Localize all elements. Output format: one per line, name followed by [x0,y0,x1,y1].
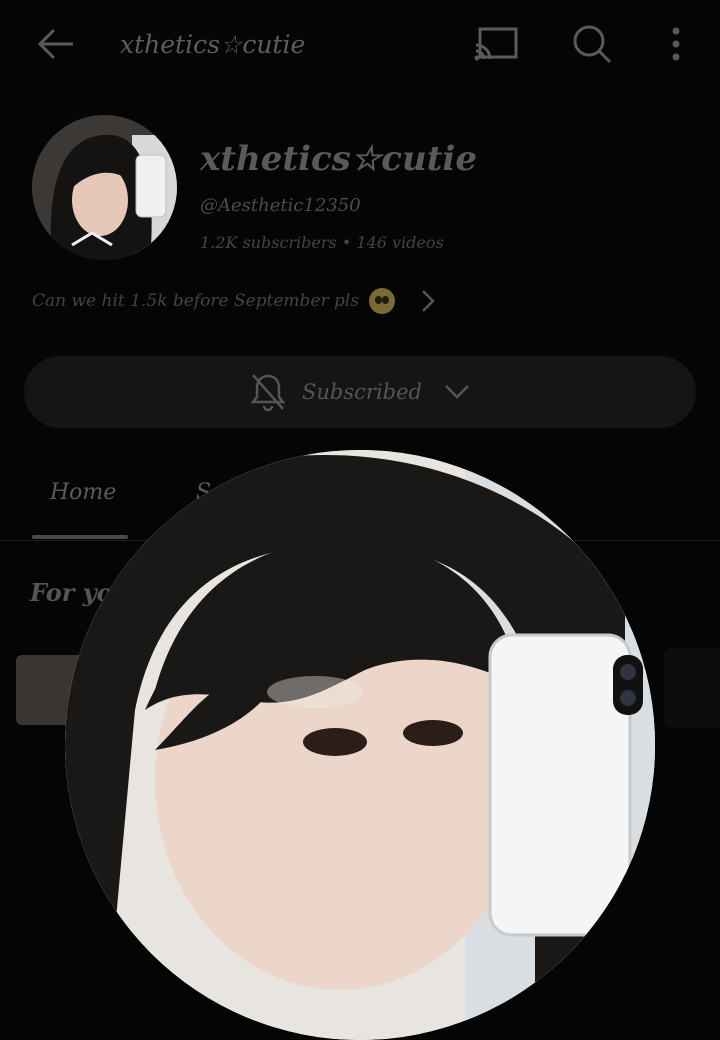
chevron-right-icon[interactable] [421,289,435,313]
subscribed-button[interactable]: Subscribed [24,356,696,428]
channel-handle: @Aesthetic12350 [200,195,361,216]
tab-home[interactable]: Home [50,480,116,505]
more-vertical-icon[interactable] [664,24,688,64]
top-app-bar: xthetics☆cutie [0,0,720,90]
chevron-down-icon [444,384,470,400]
cast-icon[interactable] [474,26,518,62]
profile-photo-overlay [65,450,655,1040]
pleading-face-emoji [369,288,396,314]
channel-header: xthetics☆cutie @Aesthetic12350 1.2K subs… [32,115,692,265]
description-text: Can we hit 1.5k before September pls [32,291,360,311]
subscribed-label: Subscribed [302,380,422,404]
channel-description[interactable]: Can we hit 1.5k before September pls [32,288,435,314]
app-bar-title: xthetics☆cutie [120,30,306,59]
bell-off-icon [250,372,286,412]
channel-stats: 1.2K subscribers • 146 videos [200,233,444,252]
channel-name: xthetics☆cutie [200,139,477,179]
video-thumbnail[interactable] [664,648,720,728]
arrow-left-icon[interactable] [36,24,76,64]
channel-avatar[interactable] [32,115,177,260]
active-tab-indicator [32,535,128,539]
search-icon[interactable] [570,22,614,66]
